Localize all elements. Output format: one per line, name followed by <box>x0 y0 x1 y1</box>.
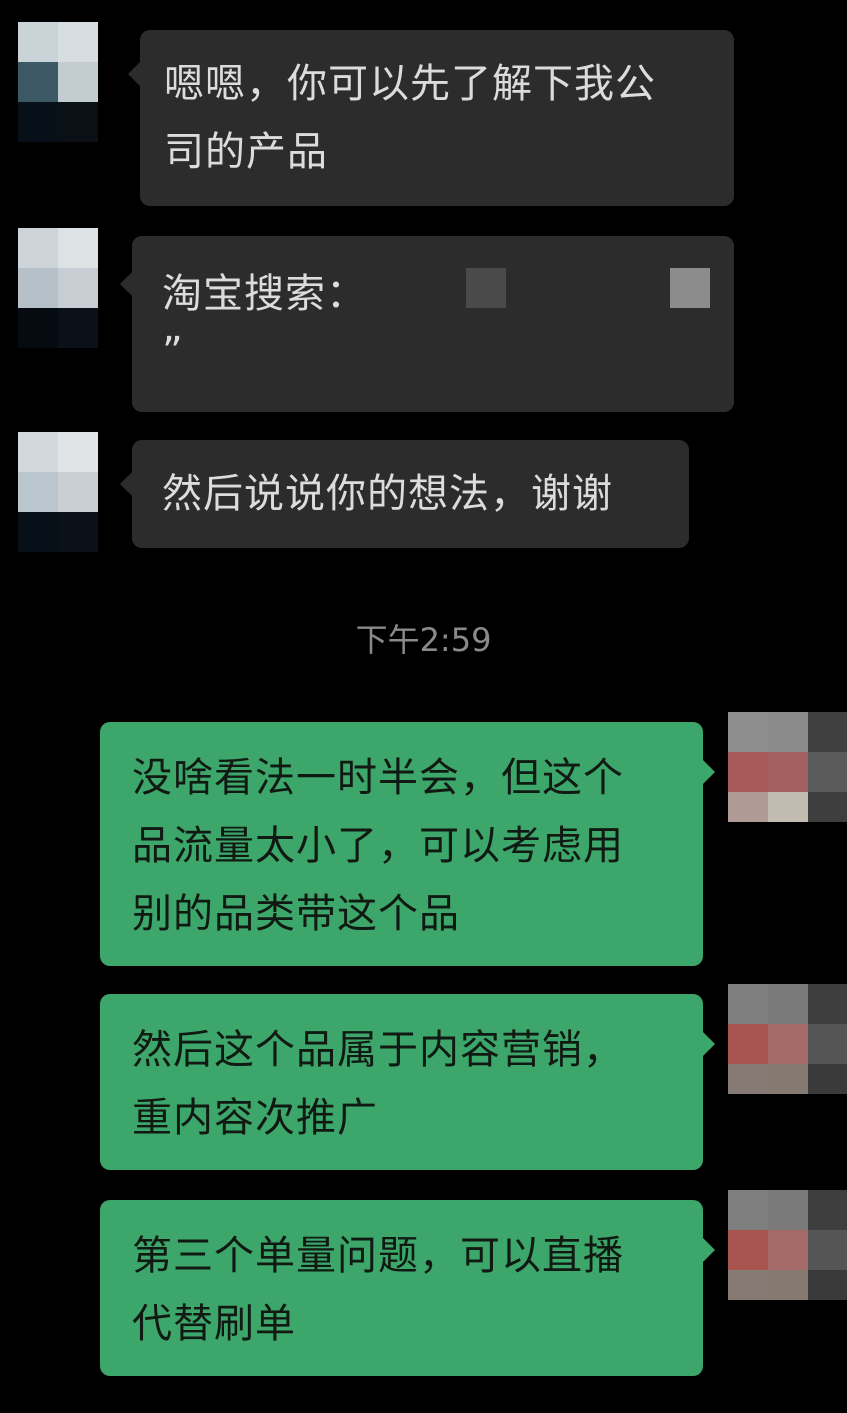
message-text-line: 第三个单量问题，可以直播 <box>132 1233 624 1279</box>
redaction-block <box>670 268 710 308</box>
bubble-tail <box>703 1032 715 1056</box>
message-text-line: 代替刷单 <box>132 1301 296 1347</box>
contact-avatar-icon[interactable] <box>18 432 100 554</box>
message-row-outgoing: 没啥看法一时半会，但这个 品流量太小了，可以考虑用 别的品类带这个品 <box>0 712 847 972</box>
timestamp: 下午2:59 <box>355 621 492 659</box>
contact-avatar-icon[interactable] <box>18 228 100 350</box>
message-row-incoming: 然后说说你的想法，谢谢 <box>0 432 847 556</box>
message-bubble[interactable]: 嗯嗯，你可以先了解下我公 司的产品 <box>140 30 734 206</box>
message-bubble[interactable]: 然后这个品属于内容营销， 重内容次推广 <box>100 994 703 1170</box>
self-avatar-icon[interactable] <box>728 712 847 822</box>
message-text-line: 淘宝搜索： <box>162 271 367 317</box>
message-text-line: 重内容次推广 <box>132 1095 378 1141</box>
bubble-tail <box>120 272 132 296</box>
self-avatar-icon[interactable] <box>728 984 847 1094</box>
bubble-tail <box>128 62 140 86</box>
message-text-line: 司的产品 <box>164 129 328 175</box>
message-bubble[interactable]: 没啥看法一时半会，但这个 品流量太小了，可以考虑用 别的品类带这个品 <box>100 722 703 966</box>
bubble-tail <box>703 760 715 784</box>
message-bubble[interactable]: 然后说说你的想法，谢谢 <box>132 440 689 548</box>
redaction-block <box>466 268 506 308</box>
message-text-line: 嗯嗯，你可以先了解下我公 <box>164 61 656 107</box>
message-text-line: 然后这个品属于内容营销， <box>132 1027 624 1073</box>
message-row-outgoing: 然后这个品属于内容营销， 重内容次推广 <box>0 984 847 1180</box>
message-text-line: 品流量太小了，可以考虑用 <box>132 823 624 869</box>
self-avatar-icon[interactable] <box>728 1190 847 1300</box>
message-text-line: 别的品类带这个品 <box>132 891 460 937</box>
message-bubble[interactable]: 第三个单量问题，可以直播 代替刷单 <box>100 1200 703 1376</box>
bubble-tail <box>703 1238 715 1262</box>
contact-avatar-icon[interactable] <box>18 22 100 144</box>
message-row-incoming: 淘宝搜索： ” <box>0 228 847 418</box>
message-row-outgoing: 第三个单量问题，可以直播 代替刷单 <box>0 1190 847 1386</box>
message-row-incoming: 嗯嗯，你可以先了解下我公 司的产品 <box>0 22 847 212</box>
message-bubble[interactable]: 淘宝搜索： ” <box>132 236 734 412</box>
message-text-line: 然后说说你的想法，谢谢 <box>162 471 613 517</box>
message-text-line: 没啥看法一时半会，但这个 <box>132 755 624 801</box>
closing-quote: ” <box>162 329 184 375</box>
bubble-tail <box>120 472 132 496</box>
